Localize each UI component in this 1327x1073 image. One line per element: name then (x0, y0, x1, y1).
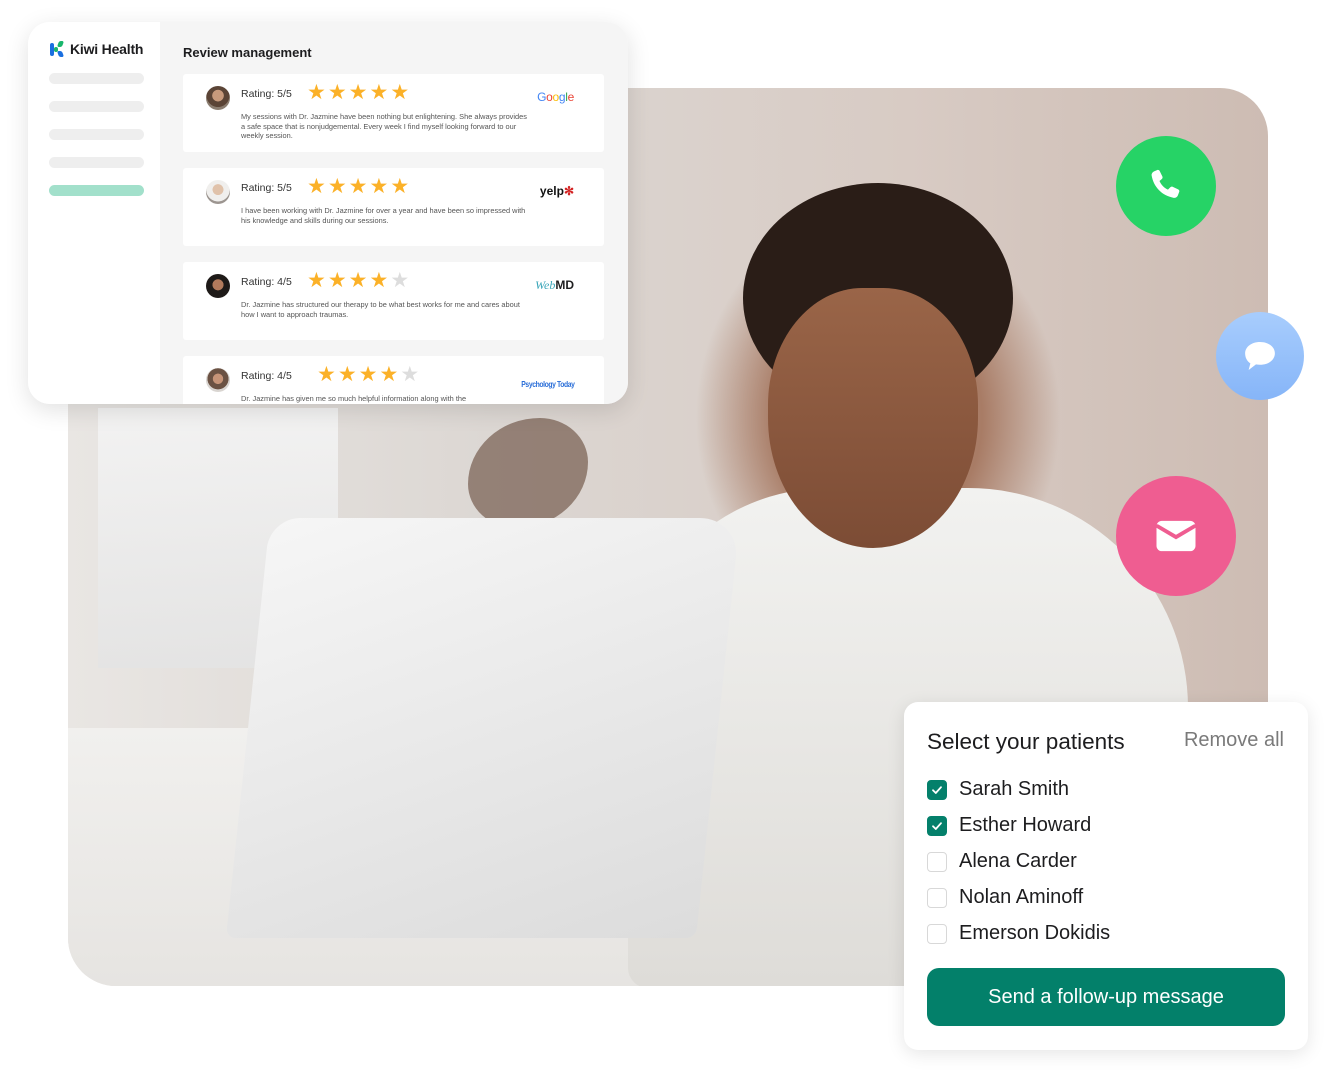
patient-option[interactable]: Alena Carder (927, 850, 1077, 873)
star-rating: ★ ★ ★ ★ ★ (307, 270, 409, 292)
sidebar-item-2[interactable] (49, 101, 144, 112)
chat-button[interactable] (1216, 312, 1304, 400)
checkbox[interactable] (927, 887, 947, 908)
star-empty-icon: ★ (400, 363, 420, 386)
kiwi-logo-icon (50, 41, 65, 57)
star-filled-icon: ★ (307, 81, 326, 104)
checkmark-icon (932, 785, 942, 794)
review-text: I have been working with Dr. Jazmine for… (241, 206, 526, 225)
plant (468, 418, 588, 528)
patient-name: Nolan Aminoff (959, 886, 1084, 908)
checkmark-icon (932, 821, 942, 830)
sidebar-item-3[interactable] (49, 129, 144, 140)
rating-label: Rating: 5/5 (241, 182, 292, 194)
star-filled-icon: ★ (348, 269, 368, 292)
patient-option[interactable]: Nolan Aminoff (927, 886, 1083, 909)
patient-option[interactable]: Emerson Dokidis (927, 922, 1110, 945)
patient-name: Emerson Dokidis (959, 922, 1111, 944)
star-filled-icon: ★ (327, 269, 347, 292)
review-item[interactable]: Rating: 4/5 ★ ★ ★ ★ ★ Dr. Jazmine has struct… (183, 262, 604, 340)
star-rating: ★ ★ ★ ★ ★ (307, 82, 409, 104)
star-rating: ★ ★ ★ ★ ★ (307, 176, 409, 198)
star-filled-icon: ★ (348, 175, 368, 198)
star-filled-icon: ★ (369, 269, 389, 292)
star-filled-icon: ★ (390, 175, 410, 198)
rating-label: Rating: 4/5 (241, 370, 292, 382)
rating-label: Rating: 5/5 (241, 88, 292, 100)
checkbox[interactable] (927, 851, 947, 872)
sidebar-item-4[interactable] (49, 157, 144, 168)
brand-name: Kiwi Health (70, 41, 144, 57)
star-empty-icon: ★ (390, 269, 410, 292)
star-filled-icon: ★ (327, 81, 347, 104)
star-filled-icon: ★ (317, 363, 336, 386)
rating-label: Rating: 4/5 (241, 276, 292, 288)
laptop (225, 518, 741, 938)
star-filled-icon: ★ (348, 81, 368, 104)
star-rating: ★ ★ ★ ★ ★ (317, 364, 419, 386)
review-text: Dr. Jazmine has given me so much helpful… (241, 394, 467, 403)
sidebar: Kiwi Health (28, 22, 160, 404)
star-filled-icon: ★ (358, 363, 378, 386)
star-filled-icon: ★ (369, 175, 389, 198)
review-item[interactable]: Rating: 5/5 ★ ★ ★ ★ ★ My sessions with Dr. J… (183, 74, 604, 152)
review-item[interactable]: Rating: 5/5 ★ ★ ★ ★ ★ I have been working wi… (183, 168, 604, 246)
star-filled-icon: ★ (379, 363, 399, 386)
star-filled-icon: ★ (307, 175, 326, 198)
patient-name: Alena Carder (959, 850, 1077, 872)
chat-bubble-icon (1245, 342, 1275, 370)
review-item[interactable]: Rating: 4/5 ★ ★ ★ ★ ★ Dr. Jazmine has given … (183, 356, 604, 404)
review-text: My sessions with Dr. Jazmine have been n… (241, 112, 527, 141)
source-logo-psychology-today: Psychology Today (520, 379, 575, 389)
panel-title: Select your patients (927, 729, 1125, 754)
reviews-main: Review management Rating: 5/5 ★ ★ ★ ★ ★ My s… (160, 22, 628, 404)
email-button[interactable] (1116, 476, 1236, 596)
patient-option[interactable]: Esther Howard (927, 814, 1091, 837)
checkbox[interactable] (927, 923, 947, 944)
source-logo-webmd: WebMD (535, 278, 574, 292)
remove-all-button[interactable]: Remove all (1184, 729, 1284, 752)
review-management-card: Kiwi Health Review management Rating: 5/… (28, 22, 628, 404)
patient-option[interactable]: Sarah Smith (927, 778, 1069, 801)
star-filled-icon: ★ (369, 81, 389, 104)
review-text: Dr. Jazmine has structured our therapy t… (241, 300, 520, 319)
brand[interactable]: Kiwi Health (50, 41, 143, 57)
select-patients-panel: Select your patients Remove all Sarah Sm… (904, 702, 1308, 1050)
star-filled-icon: ★ (307, 269, 326, 292)
star-filled-icon: ★ (337, 363, 357, 386)
star-filled-icon: ★ (327, 175, 347, 198)
source-logo-yelp: yelp✻ (539, 184, 574, 198)
patient-name: Sarah Smith (959, 778, 1070, 800)
page-title: Review management (183, 45, 312, 60)
phone-icon (1151, 169, 1180, 198)
sidebar-item-1[interactable] (49, 73, 144, 84)
sidebar-item-5-active[interactable] (49, 185, 144, 196)
checkbox[interactable] (927, 779, 947, 800)
envelope-icon (1155, 520, 1197, 552)
reviewer-avatar (206, 274, 230, 298)
woman-face (768, 288, 978, 548)
reviewer-avatar (206, 180, 230, 204)
phone-button[interactable] (1116, 136, 1216, 236)
send-follow-up-button[interactable]: Send a follow-up message (927, 968, 1285, 1026)
patient-name: Esther Howard (959, 814, 1092, 836)
star-filled-icon: ★ (390, 81, 410, 104)
checkbox[interactable] (927, 815, 947, 836)
reviewer-avatar (206, 368, 230, 392)
source-logo-google: Google (537, 90, 574, 104)
reviewer-avatar (206, 86, 230, 110)
